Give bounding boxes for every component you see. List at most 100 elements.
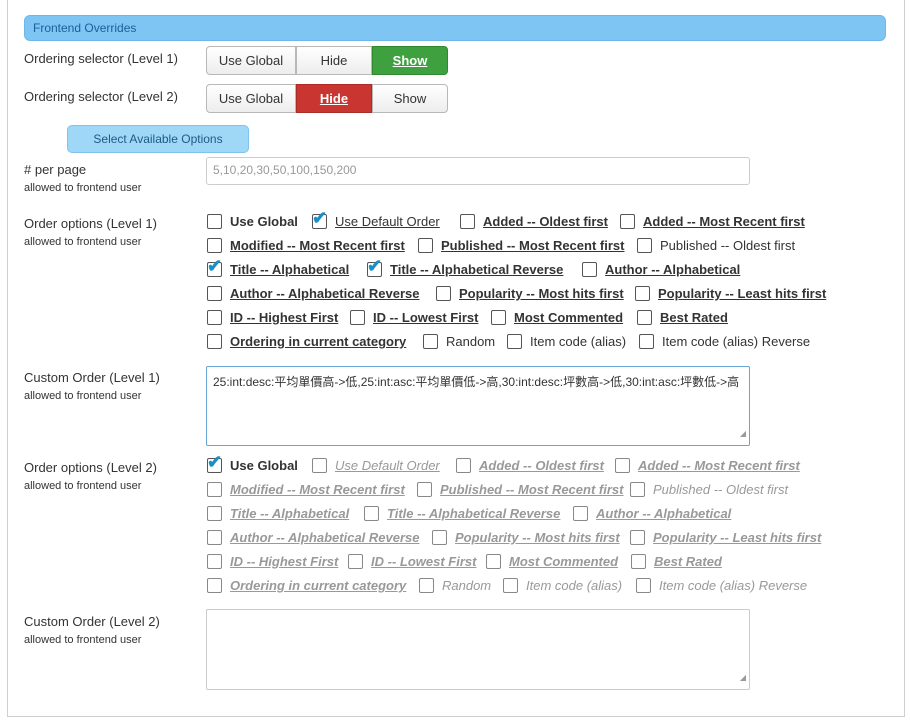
order-l1-checkbox-1[interactable]: ✔ [312, 209, 327, 229]
order-l2-option-15[interactable]: Most Commented [486, 554, 618, 569]
order-l2-checkbox-0[interactable]: ✔ [207, 453, 222, 473]
order-l1-option-14[interactable]: ID -- Lowest First [350, 310, 478, 325]
order-l2-option-1[interactable]: Use Default Order [312, 458, 440, 473]
order-l1-checkbox-11[interactable] [436, 286, 451, 301]
order-l1-option-11[interactable]: Popularity -- Most hits first [436, 286, 624, 301]
order-l2-checkbox-7[interactable] [207, 506, 222, 521]
order-l1-checkbox-13[interactable] [207, 310, 222, 325]
order-l2-checkbox-3[interactable] [615, 458, 630, 473]
per-page-input[interactable]: 5,10,20,30,50,100,150,200 [206, 157, 750, 185]
order-l1-option-10[interactable]: Author -- Alphabetical Reverse [207, 286, 420, 301]
order-l1-option-2[interactable]: Added -- Oldest first [460, 214, 608, 229]
order-l1-option-19[interactable]: Item code (alias) [507, 334, 626, 349]
order-l2-checkbox-19[interactable] [503, 578, 518, 593]
order-l1-checkbox-4[interactable] [207, 238, 222, 253]
order-l1-option-label-4: Modified -- Most Recent first [230, 238, 405, 253]
order-l2-checkbox-20[interactable] [636, 578, 651, 593]
order-l2-option-17[interactable]: Ordering in current category [207, 578, 406, 593]
order-l1-checkbox-18[interactable] [423, 334, 438, 349]
order-l1-option-1[interactable]: ✔ Use Default Order [312, 209, 440, 229]
order-l2-checkbox-15[interactable] [486, 554, 501, 569]
order-l1-checkbox-17[interactable] [207, 334, 222, 349]
order-l1-checkbox-19[interactable] [507, 334, 522, 349]
order-l2-option-20[interactable]: Item code (alias) Reverse [636, 578, 807, 593]
order-l2-option-0[interactable]: ✔ Use Global [207, 453, 298, 473]
resize-grip-icon[interactable]: ◢ [740, 424, 746, 443]
custom-order-l2-textarea[interactable]: ◢ [206, 609, 750, 690]
order-l1-option-20[interactable]: Item code (alias) Reverse [639, 334, 810, 349]
order-l2-option-14[interactable]: ID -- Lowest First [348, 554, 476, 569]
panel-header: Frontend Overrides [24, 15, 886, 41]
order-l1-option-6[interactable]: Published -- Oldest first [637, 238, 795, 253]
order-l2-option-4[interactable]: Modified -- Most Recent first [207, 482, 405, 497]
order-l2-option-5[interactable]: Published -- Most Recent first [417, 482, 623, 497]
order-l2-checkbox-13[interactable] [207, 554, 222, 569]
ordering-l1-use-global-button[interactable]: Use Global [206, 46, 296, 75]
order-l2-checkbox-10[interactable] [207, 530, 222, 545]
resize-grip-icon[interactable]: ◢ [740, 668, 746, 687]
order-l1-checkbox-7[interactable]: ✔ [207, 257, 222, 277]
order-l1-checkbox-16[interactable] [637, 310, 652, 325]
order-l2-option-3[interactable]: Added -- Most Recent first [615, 458, 800, 473]
order-l2-checkbox-9[interactable] [573, 506, 588, 521]
order-l1-option-7[interactable]: ✔ Title -- Alphabetical [207, 257, 349, 277]
order-l1-checkbox-20[interactable] [639, 334, 654, 349]
order-l2-checkbox-4[interactable] [207, 482, 222, 497]
order-l2-checkbox-17[interactable] [207, 578, 222, 593]
order-l1-checkbox-10[interactable] [207, 286, 222, 301]
order-l1-option-8[interactable]: ✔ Title -- Alphabetical Reverse [367, 257, 563, 277]
order-l2-checkbox-18[interactable] [419, 578, 434, 593]
ordering-l1-hide-button[interactable]: Hide [296, 46, 372, 75]
order-l1-option-16[interactable]: Best Rated [637, 310, 728, 325]
order-l2-checkbox-5[interactable] [417, 482, 432, 497]
order-l1-checkbox-15[interactable] [491, 310, 506, 325]
order-l2-checkbox-8[interactable] [364, 506, 379, 521]
order-l1-checkbox-5[interactable] [418, 238, 433, 253]
order-l1-option-3[interactable]: Added -- Most Recent first [620, 214, 805, 229]
ordering-l1-show-button[interactable]: Show [372, 46, 448, 75]
order-l2-option-7[interactable]: Title -- Alphabetical [207, 506, 349, 521]
order-l2-checkbox-6[interactable] [630, 482, 645, 497]
order-l1-checkbox-3[interactable] [620, 214, 635, 229]
order-l2-option-2[interactable]: Added -- Oldest first [456, 458, 604, 473]
order-l1-checkbox-14[interactable] [350, 310, 365, 325]
order-l1-option-12[interactable]: Popularity -- Least hits first [635, 286, 826, 301]
order-l1-checkbox-6[interactable] [637, 238, 652, 253]
order-l2-option-12[interactable]: Popularity -- Least hits first [630, 530, 821, 545]
order-l2-option-19[interactable]: Item code (alias) [503, 578, 622, 593]
order-l2-option-label-0: Use Global [230, 458, 298, 473]
order-l1-checkbox-8[interactable]: ✔ [367, 257, 382, 277]
ordering-l2-hide-button[interactable]: Hide [296, 84, 372, 113]
order-l1-option-4[interactable]: Modified -- Most Recent first [207, 238, 405, 253]
order-l2-option-16[interactable]: Best Rated [631, 554, 722, 569]
order-l2-checkbox-11[interactable] [432, 530, 447, 545]
order-l1-option-13[interactable]: ID -- Highest First [207, 310, 338, 325]
order-l1-option-9[interactable]: Author -- Alphabetical [582, 262, 740, 277]
order-l2-checkbox-12[interactable] [630, 530, 645, 545]
order-l2-option-label-8: Title -- Alphabetical Reverse [387, 506, 561, 521]
order-l2-option-9[interactable]: Author -- Alphabetical [573, 506, 731, 521]
order-l1-checkbox-2[interactable] [460, 214, 475, 229]
order-l2-checkbox-2[interactable] [456, 458, 471, 473]
order-l1-option-18[interactable]: Random [423, 334, 495, 349]
order-l2-option-11[interactable]: Popularity -- Most hits first [432, 530, 620, 545]
order-l2-checkbox-14[interactable] [348, 554, 363, 569]
order-l2-option-13[interactable]: ID -- Highest First [207, 554, 338, 569]
order-l1-checkbox-12[interactable] [635, 286, 650, 301]
order-l2-checkbox-1[interactable] [312, 458, 327, 473]
order-l2-option-6[interactable]: Published -- Oldest first [630, 482, 788, 497]
order-l1-checkbox-0[interactable] [207, 214, 222, 229]
order-l1-checkbox-9[interactable] [582, 262, 597, 277]
custom-order-l1-textarea[interactable]: 25:int:desc:平均單價高->低,25:int:asc:平均單價低->高… [206, 366, 750, 446]
ordering-l2-use-global-button[interactable]: Use Global [206, 84, 296, 113]
ordering-l2-show-button[interactable]: Show [372, 84, 448, 113]
order-l1-option-0[interactable]: Use Global [207, 214, 298, 229]
order-l2-checkbox-16[interactable] [631, 554, 646, 569]
order-l1-option-15[interactable]: Most Commented [491, 310, 623, 325]
order-l2-option-10[interactable]: Author -- Alphabetical Reverse [207, 530, 420, 545]
order-l1-option-5[interactable]: Published -- Most Recent first [418, 238, 624, 253]
order-l1-option-17[interactable]: Ordering in current category [207, 334, 406, 349]
order-l2-option-8[interactable]: Title -- Alphabetical Reverse [364, 506, 560, 521]
select-available-options-button[interactable]: Select Available Options [67, 125, 249, 153]
order-l2-option-18[interactable]: Random [419, 578, 491, 593]
